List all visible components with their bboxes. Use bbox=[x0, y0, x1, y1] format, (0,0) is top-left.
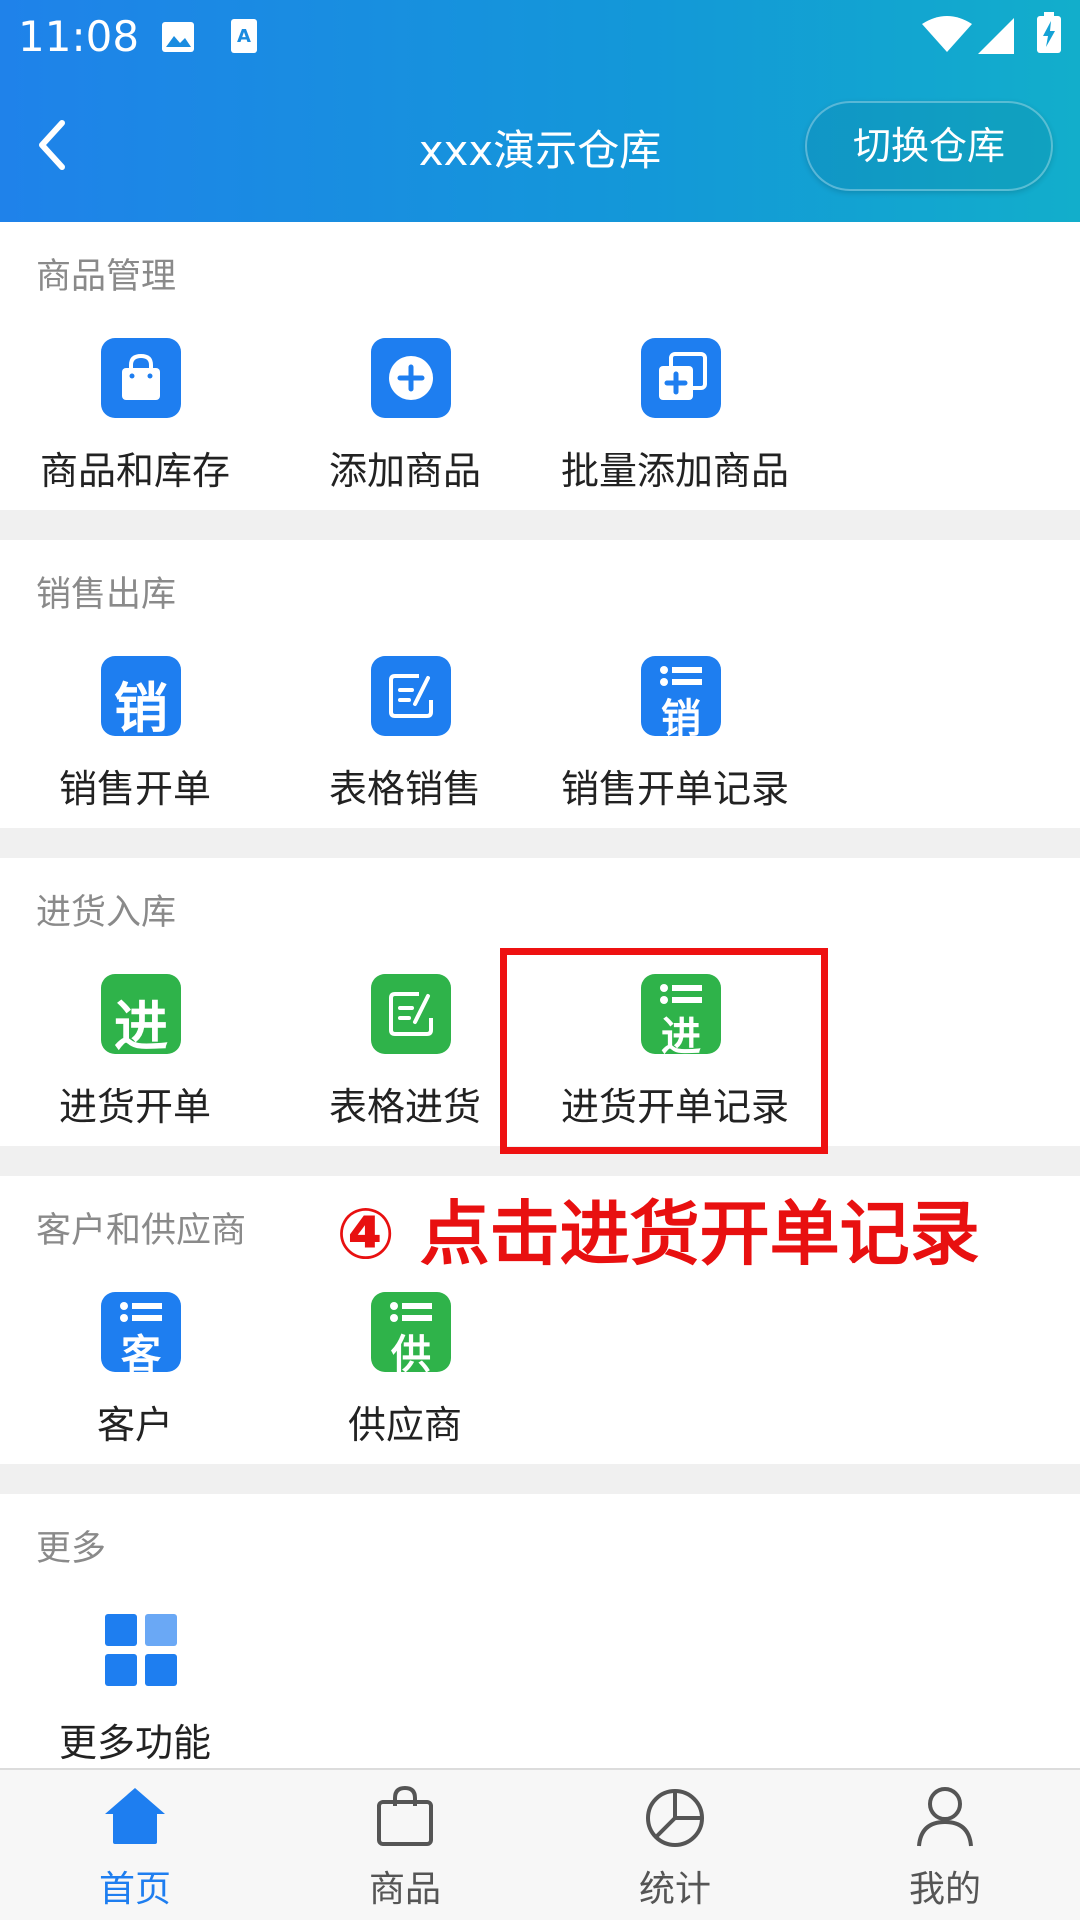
highlight-box bbox=[500, 948, 828, 1154]
tile-label: 进货开单 bbox=[58, 1085, 211, 1129]
bag-icon bbox=[377, 1785, 433, 1846]
section-title: 商品管理 bbox=[36, 257, 177, 297]
nav-label: 商品 bbox=[368, 1869, 441, 1910]
app-header: 11:08 A xxx演示仓库 切换仓库 bbox=[0, 0, 1080, 222]
status-time: 11:08 bbox=[18, 12, 140, 61]
icon-char: 客 bbox=[121, 1332, 161, 1372]
plus-circle-icon bbox=[371, 338, 451, 418]
sales-order-icon: 销 bbox=[101, 656, 181, 736]
icon-char: 销 bbox=[661, 696, 701, 736]
wifi-icon bbox=[922, 16, 972, 52]
bottom-nav: 首页 商品 统计 我的 bbox=[0, 1768, 1080, 1920]
section-goods: 商品管理 商品和库存 添加商品 批量添加商品 bbox=[0, 222, 1080, 510]
edit-sheet-icon bbox=[371, 974, 451, 1054]
tile-add-goods[interactable]: 添加商品 bbox=[270, 338, 540, 498]
icon-char: 进 bbox=[114, 995, 168, 1054]
status-bar: 11:08 A bbox=[0, 0, 1080, 74]
pie-chart-icon bbox=[646, 1789, 704, 1847]
nav-profile[interactable]: 我的 bbox=[810, 1770, 1080, 1920]
tile-more-functions[interactable]: 更多功能 bbox=[0, 1610, 270, 1770]
switch-warehouse-button[interactable]: 切换仓库 bbox=[805, 101, 1053, 191]
tile-label: 销售开单 bbox=[58, 767, 211, 811]
section-title: 销售出库 bbox=[36, 575, 177, 615]
tile-purchase-order[interactable]: 进 进货开单 bbox=[0, 974, 270, 1134]
edit-sheet-icon bbox=[371, 656, 451, 736]
nav-label: 我的 bbox=[908, 1869, 981, 1910]
tile-label: 商品和库存 bbox=[39, 449, 230, 493]
nav-goods[interactable]: 商品 bbox=[270, 1770, 540, 1920]
tile-batch-add-goods[interactable]: 批量添加商品 bbox=[540, 338, 810, 498]
tile-label: 销售开单记录 bbox=[560, 767, 789, 811]
tile-label: 供应商 bbox=[347, 1403, 462, 1447]
section-title: 更多 bbox=[36, 1529, 107, 1569]
nav-label: 统计 bbox=[638, 1869, 711, 1910]
purchase-order-icon: 进 bbox=[101, 974, 181, 1054]
home-icon bbox=[105, 1788, 165, 1844]
tile-suppliers[interactable]: 供 供应商 bbox=[270, 1292, 540, 1452]
tile-label: 批量添加商品 bbox=[560, 449, 789, 493]
user-icon bbox=[917, 1787, 973, 1847]
section-sales: 销售出库 销 销售开单 表格销售 销 销售开单记录 bbox=[0, 540, 1080, 828]
title-bar: xxx演示仓库 切换仓库 bbox=[0, 95, 1080, 195]
sales-record-icon: 销 bbox=[641, 656, 721, 736]
tile-label: 更多功能 bbox=[58, 1721, 211, 1765]
battery-charging-icon bbox=[1037, 12, 1061, 53]
tile-sales-order-records[interactable]: 销 销售开单记录 bbox=[540, 656, 810, 816]
batch-add-icon bbox=[641, 338, 721, 418]
supplier-icon: 供 bbox=[371, 1292, 451, 1372]
gallery-icon bbox=[162, 22, 194, 52]
nav-home[interactable]: 首页 bbox=[0, 1770, 270, 1920]
tile-label: 客户 bbox=[96, 1403, 173, 1447]
tile-label: 表格销售 bbox=[328, 767, 481, 811]
tile-sheet-sales[interactable]: 表格销售 bbox=[270, 656, 540, 816]
section-title: 客户和供应商 bbox=[36, 1211, 247, 1251]
section-title: 进货入库 bbox=[36, 893, 177, 933]
a11y-notification-icon: A bbox=[231, 19, 257, 53]
cell-signal-icon bbox=[978, 18, 1014, 54]
customer-icon: 客 bbox=[101, 1292, 181, 1372]
icon-char: 销 bbox=[114, 677, 168, 736]
section-more: 更多 更多功能 bbox=[0, 1494, 1080, 1768]
tile-sales-order[interactable]: 销 销售开单 bbox=[0, 656, 270, 816]
shopping-bag-icon bbox=[101, 338, 181, 418]
tile-label: 添加商品 bbox=[328, 449, 481, 493]
nav-stats[interactable]: 统计 bbox=[540, 1770, 810, 1920]
tile-goods-inventory[interactable]: 商品和库存 bbox=[0, 338, 270, 498]
grid-icon bbox=[101, 1610, 181, 1690]
annotation-text: ④ 点击进货开单记录 bbox=[336, 1193, 980, 1275]
tile-customers[interactable]: 客 客户 bbox=[0, 1292, 270, 1452]
nav-label: 首页 bbox=[98, 1869, 171, 1910]
svg-text:A: A bbox=[237, 26, 251, 47]
icon-char: 供 bbox=[391, 1332, 431, 1372]
